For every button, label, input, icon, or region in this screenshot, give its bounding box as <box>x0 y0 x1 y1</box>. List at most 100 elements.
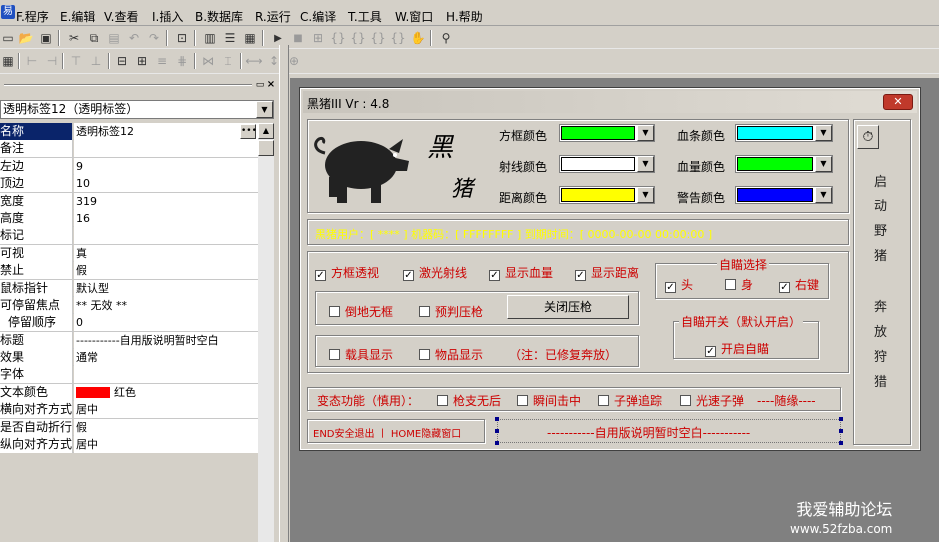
run-icon[interactable]: ▶ <box>270 30 286 46</box>
property-row[interactable]: 宽度 319 <box>0 192 258 210</box>
step-icon[interactable]: ⊞ <box>310 30 326 46</box>
close-recoil-button[interactable]: 关闭压枪 <box>507 295 629 319</box>
property-value[interactable]: ** 无效 ** <box>74 296 258 314</box>
panel-splitter[interactable] <box>279 45 289 542</box>
chevron-down-icon[interactable]: ▼ <box>637 187 654 203</box>
property-row[interactable]: 鼠标指针 默认型 <box>0 279 258 297</box>
object-selector[interactable]: 透明标签12（透明标签） ▼ <box>0 100 274 119</box>
checkbox[interactable] <box>725 279 736 290</box>
property-value[interactable]: 默认型 <box>74 279 258 297</box>
same-height-icon[interactable]: ⋕ <box>174 53 190 69</box>
copy-icon[interactable]: ⧉ <box>86 30 102 46</box>
property-row[interactable]: 标题 -----------自用版说明暂时空白 <box>0 331 258 350</box>
center-v-icon[interactable]: ⊞ <box>134 53 150 69</box>
hp-bar-color-picker[interactable]: ▼ <box>735 124 833 142</box>
menu-window[interactable]: W.窗口 <box>395 8 433 25</box>
menu-run[interactable]: R.运行 <box>255 8 291 25</box>
property-value[interactable] <box>74 140 258 158</box>
property-value[interactable]: 9 <box>74 157 258 175</box>
checkbox[interactable]: ✓ <box>665 282 676 293</box>
menu-help[interactable]: H.帮助 <box>446 8 483 25</box>
binoculars-icon[interactable]: ⚲ <box>438 30 454 46</box>
step-out-icon[interactable]: {} <box>370 30 386 46</box>
checkbox[interactable] <box>598 395 609 406</box>
checkbox[interactable]: ✓ <box>403 270 414 281</box>
step-into-icon[interactable]: {} <box>330 30 346 46</box>
opt-vehicle[interactable]: 载具显示 <box>329 346 393 363</box>
hand-icon[interactable]: ✋ <box>410 30 426 46</box>
checkbox[interactable] <box>329 349 340 360</box>
undo-icon[interactable]: ↶ <box>126 30 142 46</box>
property-value[interactable]: 16 <box>74 209 258 227</box>
property-value[interactable]: 通常 <box>74 349 258 367</box>
property-value[interactable]: 假 <box>74 418 258 436</box>
property-value[interactable]: -----------自用版说明暂时空白 <box>74 331 258 349</box>
align-left-icon[interactable]: ⊢ <box>24 53 40 69</box>
dyn-instant-hit[interactable]: 瞬间击中 <box>517 392 581 409</box>
box-color-picker[interactable]: ▼ <box>559 124 655 142</box>
chevron-down-icon[interactable]: ▼ <box>815 156 832 172</box>
form-window[interactable]: 黑猪III Vr : 4.8 ✕ 黑 猪 方框颜色 ▼ 射线颜色 ▼ 距离颜色 … <box>299 87 921 451</box>
property-row[interactable]: 备注 <box>0 140 258 158</box>
space-v-icon[interactable]: ⌶ <box>220 53 236 69</box>
scroll-thumb[interactable] <box>258 140 274 156</box>
checkbox[interactable]: ✓ <box>315 270 326 281</box>
space-h-icon[interactable]: ⋈ <box>200 53 216 69</box>
chevron-down-icon[interactable]: ▼ <box>637 125 654 141</box>
aim-right-button[interactable]: ✓ 右键 <box>779 276 819 293</box>
opt-items[interactable]: 物品显示 <box>419 346 483 363</box>
property-value[interactable]: 居中 <box>74 401 258 419</box>
chevron-down-icon[interactable]: ▼ <box>815 125 832 141</box>
cut-icon[interactable]: ✂ <box>66 30 82 46</box>
menu-insert[interactable]: I.插入 <box>152 8 183 25</box>
ellipsis-button[interactable]: ••• <box>240 124 257 139</box>
property-value[interactable]: 居中 <box>74 436 258 454</box>
opt-show-hp[interactable]: ✓ 显示血量 <box>489 264 553 281</box>
dist-color-picker[interactable]: ▼ <box>559 186 655 204</box>
property-row[interactable]: 名称 透明标签12 ••• <box>0 123 258 141</box>
aim-head[interactable]: ✓ 头 <box>665 276 693 293</box>
property-row[interactable]: 可视真 <box>0 244 258 263</box>
menu-compile[interactable]: C.编译 <box>300 8 336 25</box>
property-value[interactable]: 0 <box>74 314 258 332</box>
property-row[interactable]: 横向对齐方式 居中 <box>0 401 258 419</box>
aim-body[interactable]: 身 <box>725 276 753 293</box>
checkbox[interactable] <box>517 395 528 406</box>
run-to-cursor-icon[interactable]: {} <box>390 30 406 46</box>
close-icon[interactable]: ✕ <box>883 94 913 110</box>
ray-color-picker[interactable]: ▼ <box>559 155 655 173</box>
property-value[interactable]: 透明标签12 ••• <box>74 123 258 140</box>
opt-box-esp[interactable]: ✓ 方框透视 <box>315 264 379 281</box>
paste-icon[interactable]: ▤ <box>106 30 122 46</box>
property-value[interactable] <box>74 227 258 245</box>
property-row[interactable]: 效果 通常 <box>0 349 258 367</box>
property-value[interactable]: 319 <box>74 192 258 210</box>
property-scrollbar[interactable]: ▲ <box>258 123 274 542</box>
opt-laser[interactable]: ✓ 激光射线 <box>403 264 467 281</box>
chevron-down-icon[interactable]: ▼ <box>815 187 832 203</box>
property-row[interactable]: 停留顺序 0 <box>0 314 258 332</box>
checkbox[interactable]: ✓ <box>489 270 500 281</box>
stop-icon[interactable]: ■ <box>290 30 306 46</box>
layout-split-icon[interactable]: ☰ <box>222 30 238 46</box>
property-value[interactable] <box>74 366 258 384</box>
checkbox[interactable] <box>680 395 691 406</box>
checkbox[interactable]: ✓ <box>779 282 790 293</box>
dyn-no-recoil[interactable]: 枪支无后 <box>437 392 501 409</box>
dyn-light-bullet[interactable]: 光速子弹 <box>680 392 744 409</box>
panel-minimize-icon[interactable]: ▭ <box>255 80 265 90</box>
find-icon[interactable]: ⊡ <box>174 30 190 46</box>
layout-full-icon[interactable]: ▦ <box>242 30 258 46</box>
property-row[interactable]: 顶边 10 <box>0 175 258 193</box>
property-row[interactable]: 高度 16 <box>0 209 258 228</box>
property-row[interactable]: 标记 <box>0 227 258 245</box>
property-row[interactable]: 可停留焦点 ** 无效 ** <box>0 296 258 315</box>
checkbox[interactable] <box>419 306 430 317</box>
checkbox[interactable]: ✓ <box>575 270 586 281</box>
menu-edit[interactable]: E.编辑 <box>60 8 95 25</box>
property-value[interactable]: 红色 <box>74 383 258 401</box>
redo-icon[interactable]: ↷ <box>146 30 162 46</box>
width-icon[interactable]: ⟷ <box>245 53 262 69</box>
open-folder-icon[interactable]: 📂 <box>18 30 34 46</box>
layout-top-icon[interactable]: ▥ <box>202 30 218 46</box>
